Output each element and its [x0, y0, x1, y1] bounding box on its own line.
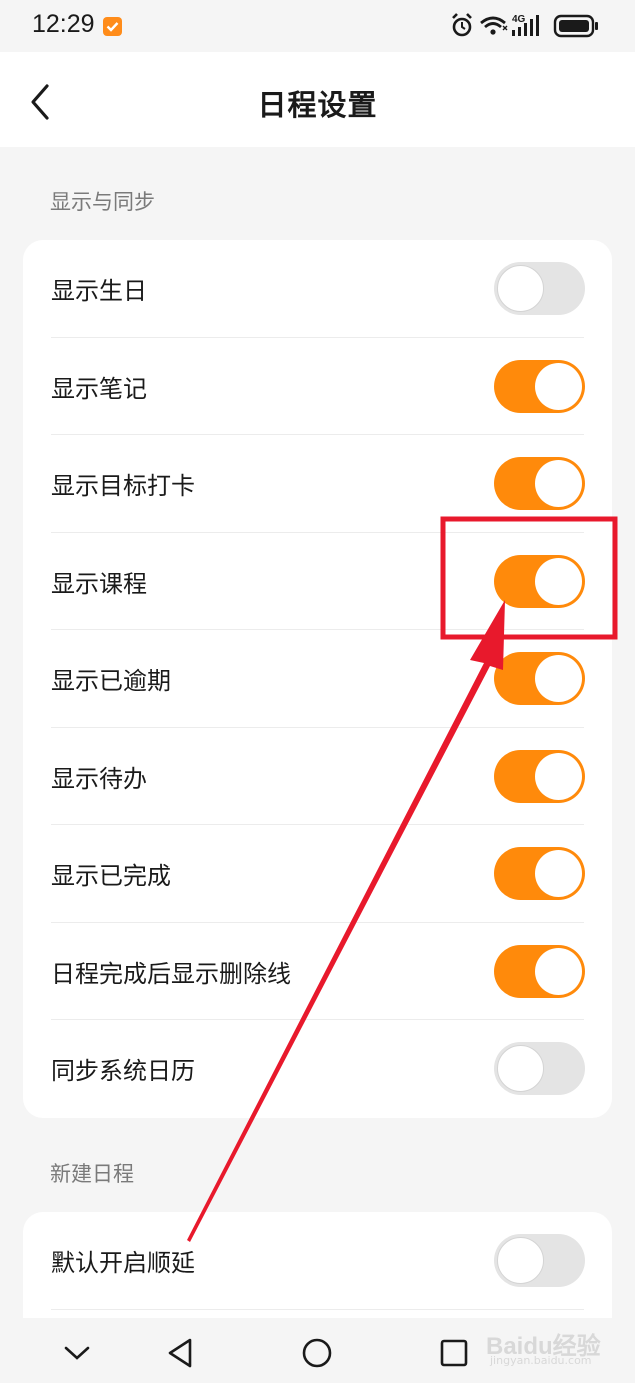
toggle-default-postpone[interactable] — [494, 1234, 585, 1288]
nav-collapse-button[interactable] — [60, 1336, 94, 1370]
battery-icon — [553, 14, 598, 38]
toggle-show-goal-checkin[interactable] — [494, 457, 585, 511]
status-icons: 4G — [451, 12, 601, 40]
setting-row-show-notes[interactable]: 显示笔记 — [23, 338, 612, 435]
setting-row-show-courses[interactable]: 显示课程 — [23, 533, 612, 630]
toggle-knob — [497, 1045, 544, 1093]
setting-label: 显示课程 — [51, 569, 147, 598]
toggle-show-birthday[interactable] — [494, 262, 585, 316]
toggle-knob — [535, 850, 582, 898]
setting-row-show-overdue[interactable]: 显示已逾期 — [23, 630, 612, 728]
signal-icon: 4G — [512, 14, 539, 36]
notification-check-icon — [103, 17, 122, 36]
setting-row-default-postpone[interactable]: 默认开启顺延 — [23, 1212, 612, 1310]
watermark-sub: jingyan.baidu.com — [490, 1354, 592, 1367]
toggle-show-overdue[interactable] — [494, 652, 585, 706]
nav-recents-button[interactable] — [437, 1336, 471, 1370]
wifi-icon — [480, 16, 508, 35]
setting-row-show-todo[interactable]: 显示待办 — [23, 728, 612, 825]
setting-label: 显示笔记 — [51, 374, 147, 403]
setting-label: 日程完成后显示删除线 — [51, 959, 291, 988]
toggle-knob — [535, 557, 582, 605]
alarm-icon — [452, 13, 472, 37]
settings-card-display-sync: 显示生日 显示笔记 显示目标打卡 显示课程 显示已逾期 显示待办 显示已完成 日… — [23, 240, 612, 1118]
toggle-show-notes[interactable] — [494, 359, 585, 413]
section-label-new-schedule: 新建日程 — [50, 1162, 134, 1186]
toggle-knob — [497, 1237, 544, 1285]
toggle-strikethrough[interactable] — [494, 944, 585, 998]
setting-row-show-completed[interactable]: 显示已完成 — [23, 825, 612, 923]
network-type: 4G — [512, 14, 526, 25]
setting-row-show-birthday[interactable]: 显示生日 — [23, 240, 612, 338]
toggle-knob — [497, 265, 544, 313]
nav-home-button[interactable] — [300, 1336, 334, 1370]
setting-label: 显示待办 — [51, 764, 147, 793]
chevron-down-icon — [64, 1346, 90, 1360]
toggle-knob — [535, 655, 582, 703]
section-label-display-sync: 显示与同步 — [50, 190, 155, 214]
toggle-knob — [535, 752, 582, 800]
setting-label: 显示目标打卡 — [51, 472, 195, 501]
setting-label: 显示已完成 — [51, 862, 171, 891]
setting-row-show-goal-checkin[interactable]: 显示目标打卡 — [23, 435, 612, 533]
nav-back-button[interactable] — [163, 1336, 197, 1370]
back-triangle-icon — [168, 1338, 192, 1368]
recents-square-icon — [440, 1339, 468, 1367]
toggle-knob — [535, 362, 582, 410]
baidu-watermark: Baidu经验 jingyan.baidu.com — [486, 1318, 606, 1368]
page-title: 日程设置 — [257, 88, 378, 122]
status-time: 12:29 — [32, 10, 95, 38]
toggle-knob — [535, 947, 582, 995]
toggle-show-todo[interactable] — [494, 749, 585, 803]
setting-row-strikethrough[interactable]: 日程完成后显示删除线 — [23, 923, 612, 1020]
status-bar: 12:29 4G — [0, 0, 635, 52]
setting-label: 默认开启顺延 — [51, 1249, 195, 1278]
toggle-knob — [535, 460, 582, 508]
toggle-sync-system-calendar[interactable] — [494, 1042, 585, 1096]
setting-label: 同步系统日历 — [51, 1057, 195, 1086]
setting-row-sync-system-calendar[interactable]: 同步系统日历 — [23, 1020, 612, 1118]
toggle-show-courses[interactable] — [494, 554, 585, 608]
header: 日程设置 — [0, 52, 635, 147]
setting-label: 显示已逾期 — [51, 667, 171, 696]
home-circle-icon — [302, 1338, 332, 1368]
divider — [51, 1308, 584, 1310]
setting-label: 显示生日 — [51, 277, 147, 306]
toggle-show-completed[interactable] — [494, 847, 585, 901]
